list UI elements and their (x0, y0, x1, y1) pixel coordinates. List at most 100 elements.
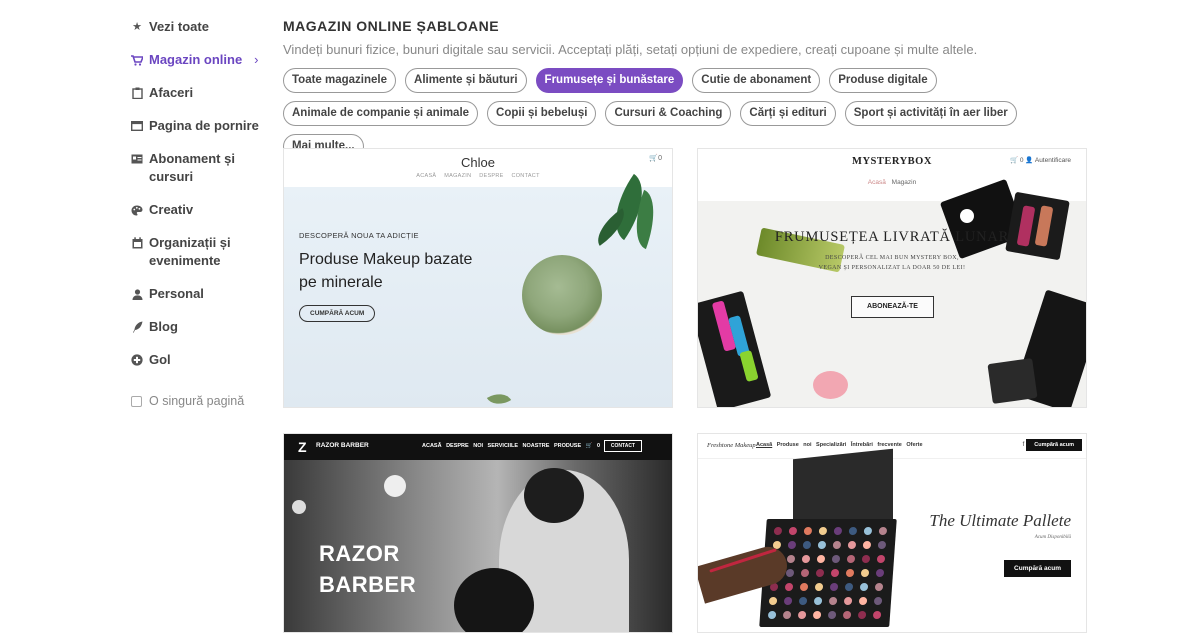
template-logo: Freshtone Makeup (707, 442, 756, 449)
filter-chip-beauty-wellness[interactable]: Frumusețe și bunăstare (535, 68, 684, 93)
eyeshadow-pan (876, 555, 886, 563)
eyeshadow-pan (878, 527, 888, 535)
bottle-decoration (813, 371, 848, 399)
template-nav-links: Acasă Produse noi Specializări Întrebări… (756, 442, 923, 448)
hero-eyebrow: DESCOPERĂ NOUA TA ADICȚIE (299, 231, 419, 240)
hero-cta-button: ABONEAZĂ-TE (851, 296, 934, 318)
template-card-mysterybox[interactable]: MYSTERYBOX 🛒 0 👤 Autentificare Acasă Mag… (697, 148, 1087, 408)
eyeshadow-pan (787, 541, 797, 549)
hero-headline: RAZOR BARBER (319, 538, 416, 600)
eyeshadow-pan (846, 555, 856, 563)
eyeshadow-pan (848, 527, 858, 535)
eyeshadow-pan (783, 597, 793, 605)
sidebar-item-blog[interactable]: Blog (131, 318, 271, 336)
eyeshadow-pan (874, 583, 884, 591)
template-card-freshtone[interactable]: Freshtone Makeup Acasă Produse noi Speci… (697, 433, 1087, 633)
eyeshadow-pan (830, 569, 840, 577)
filter-chip-sports-outdoors[interactable]: Sport și activități în aer liber (844, 101, 1017, 126)
hero-cta-button: Cumpără acum (1004, 560, 1071, 577)
eyeshadow-pan (872, 611, 882, 619)
eyeshadow-pan (803, 527, 813, 535)
filter-chip-pets-animals[interactable]: Animale de companie și animale (283, 101, 479, 126)
template-card-razor-barber[interactable]: Z RAZOR BARBER ACASĂ DESPRE NOI SERVICII… (283, 433, 673, 633)
sidebar-item-online-store[interactable]: Magazin online › (131, 51, 271, 69)
eyeshadow-pan (831, 555, 841, 563)
category-sidebar: ★ Vezi toate Magazin online › Afaceri Pa… (131, 18, 271, 408)
template-card-chloe[interactable]: Chloe ACASĂ MAGAZIN DESPRE CONTACT 🛒0 DE… (283, 148, 673, 408)
clay-bowl-image (522, 255, 602, 335)
eyeshadow-pan (875, 569, 885, 577)
single-page-checkbox[interactable]: O singură pagină (131, 394, 271, 408)
eyeshadow-pan (828, 597, 838, 605)
eyeshadow-pan (802, 541, 812, 549)
template-logo: Chloe (461, 155, 495, 170)
sidebar-item-personal[interactable]: Personal (131, 285, 271, 303)
barber-figure-image (524, 468, 584, 523)
sidebar-item-label: Abonament și cursuri (149, 151, 235, 184)
nav-link-home: Acasă (756, 442, 773, 448)
sidebar-item-label: Vezi toate (149, 19, 209, 34)
filter-chip-digital-products[interactable]: Produse digitale (829, 68, 937, 93)
hero-cta-button: CUMPĂRĂ ACUM (299, 305, 376, 322)
nav-contact-button: CONTACT (603, 440, 642, 452)
eyeshadow-pan (813, 597, 823, 605)
eyeshadow-pan (845, 569, 855, 577)
browser-window-icon (131, 120, 143, 132)
eyeshadow-pan (858, 597, 868, 605)
eyeshadow-pan (785, 569, 795, 577)
calendar-icon (131, 237, 143, 249)
sidebar-item-organizations-events[interactable]: Organizații și evenimente (131, 234, 271, 270)
eyeshadow-pan (832, 541, 842, 549)
eyeshadow-pan (873, 597, 883, 605)
eyeshadow-pan (842, 611, 852, 619)
sidebar-item-label: Blog (149, 319, 178, 334)
sidebar-item-label: Magazin online (149, 52, 243, 67)
leaf-decoration (486, 387, 512, 407)
checkbox-box[interactable] (131, 395, 142, 407)
user-icon (131, 288, 143, 300)
eyeshadow-pan (767, 611, 777, 619)
hero-headline: FRUMUSEȚEA LIVRATĂ LUNAR (774, 229, 1010, 245)
template-nav-links: ACASĂ MAGAZIN DESPRE CONTACT (416, 173, 540, 179)
filter-chip-all-stores[interactable]: Toate magazinele (283, 68, 397, 93)
eyeshadow-pan (857, 611, 867, 619)
eyeshadow-pan (859, 583, 869, 591)
page-subtitle: Vindeți bunuri fizice, bunuri digitale s… (283, 42, 978, 57)
light-decoration (292, 500, 306, 514)
hero-subtext-line: VEGAN ȘI PERSONALIZAT LA DOAR 50 DE LEI! (818, 265, 966, 271)
star-icon: ★ (132, 21, 142, 33)
sidebar-item-label: Personal (149, 286, 204, 301)
id-card-icon (131, 153, 143, 165)
eyeshadow-pan (773, 527, 783, 535)
filter-chip-courses-coaching[interactable]: Cursuri & Coaching (605, 101, 732, 126)
single-page-label: O singură pagină (149, 394, 245, 408)
filter-chip-subscription-box[interactable]: Cutie de abonament (692, 68, 821, 93)
chevron-right-icon: › (254, 52, 259, 67)
eyeshadow-pan (861, 555, 871, 563)
template-preview-hero (698, 448, 1086, 632)
razor-logo-icon: Z (298, 439, 307, 455)
eyeshadow-pan (801, 555, 811, 563)
sidebar-item-creative[interactable]: Creativ (131, 201, 271, 219)
sidebar-item-all[interactable]: ★ Vezi toate (131, 18, 271, 36)
eyeshadow-pan (833, 527, 843, 535)
sidebar-item-subscription-courses[interactable]: Abonament și cursuri (131, 150, 271, 186)
filter-chip-books-publishing[interactable]: Cărți și edituri (740, 101, 836, 126)
sidebar-item-landing-page[interactable]: Pagina de pornire (131, 117, 271, 135)
plus-circle-icon (131, 354, 143, 366)
eyeshadow-pan (814, 583, 824, 591)
filter-chip-food-drinks[interactable]: Alimente și băuturi (405, 68, 527, 93)
palette-icon (131, 204, 143, 216)
hero-subtext: DESCOPERĂ CEL MAI BUN MYSTERY BOX, VEGAN… (698, 253, 1086, 273)
template-nav-links: ACASĂ DESPRE NOI SERVICIILE NOASTRE PROD… (422, 443, 601, 449)
eyeshadow-pan (815, 569, 825, 577)
category-filter-chips: Toate magazinele Alimente și băuturi Fru… (283, 68, 1088, 159)
sidebar-item-business[interactable]: Afaceri (131, 84, 271, 102)
filter-chip-kids-babies[interactable]: Copii și bebeluși (487, 101, 597, 126)
sidebar-item-blank[interactable]: Gol (131, 351, 271, 369)
nav-link-others: Produse noi Specializări Întrebări frecv… (776, 442, 923, 448)
hero-headline: Produse Makeup bazate pe minerale (299, 251, 473, 291)
eyeshadow-pan (847, 541, 857, 549)
eyeshadow-pan (843, 597, 853, 605)
pan-decoration (987, 358, 1038, 404)
